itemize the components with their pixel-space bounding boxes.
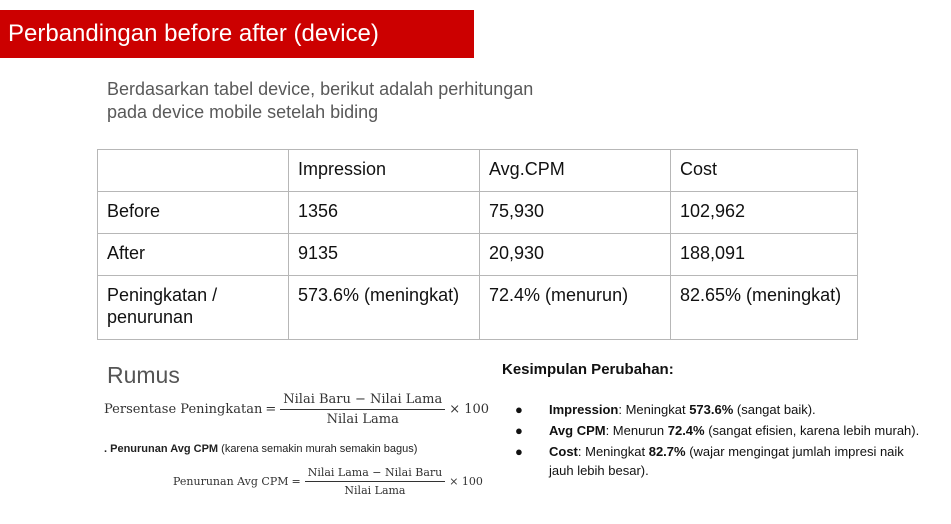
formula-denominator: Nilai Lama [326,412,399,427]
formula-fraction: Nilai Baru − Nilai Lama Nilai Lama [280,392,446,427]
item-value: 573.6% [689,402,734,417]
table-header-cell: Cost [670,149,858,192]
formula-denominator: Nilai Lama [344,484,406,497]
list-item: ● Avg CPM: Menurun 72.4% (sangat efisien… [515,421,925,440]
item-label: Avg CPM [549,423,606,438]
formula-lhs: Persentase Peningkatan [104,402,263,417]
item-text: : Meningkat [577,444,649,459]
formula-note-rest: (karena semakin murah semakin bagus) [218,443,418,455]
table-header-cell: Avg.CPM [479,149,671,192]
item-value: 72.4% [667,423,705,438]
formula-note-bold: . Penurunan Avg CPM [104,443,219,455]
bullet-icon: ● [515,402,523,417]
table-cell: 82.65% (meningkat) [670,275,858,340]
bullet-icon: ● [515,423,523,438]
item-text: (sangat efisien, karena lebih murah). [704,423,920,438]
table-row: After 9135 20,930 188,091 [97,233,858,276]
item-value: 82.7% [648,444,686,459]
intro-text: Berdasarkan tabel device, berikut adalah… [107,78,577,124]
table-header-row: Impression Avg.CPM Cost [97,149,858,192]
list-item: ● Cost: Meningkat 82.7% (wajar mengingat… [515,442,925,480]
table-cell: 20,930 [479,233,671,276]
table-cell: 1356 [288,191,480,234]
intro-line-1: Berdasarkan tabel device, berikut adalah… [107,79,534,99]
kesimpulan-heading: Kesimpulan Perubahan: [502,361,674,378]
bullet-icon: ● [515,444,523,459]
formula-note: . Penurunan Avg CPM (karena semakin mura… [104,443,417,455]
table-cell: 573.6% (meningkat) [288,275,480,340]
item-label: Cost [549,444,578,459]
table-cell: 72.4% (menurun) [479,275,671,340]
table-header-cell: Impression [288,149,480,192]
formula-lhs: Penurunan Avg CPM [173,475,289,488]
slide-title: Perbandingan before after (device) [0,10,474,58]
formula-fraction: Nilai Lama − Nilai Baru Nilai Lama [304,466,446,497]
table-cell: 75,930 [479,191,671,234]
item-text: : Menurun [605,423,668,438]
comparison-table: Impression Avg.CPM Cost Before 1356 75,9… [97,149,858,340]
intro-line-2: pada device mobile setelah biding [107,102,379,122]
table-cell: Peningkatan / penurunan [97,275,289,340]
table-row: Peningkatan / penurunan 573.6% (meningka… [97,275,858,340]
table-cell: After [97,233,289,276]
formula-equals: = [265,402,277,417]
kesimpulan-list: ● Impression: Meningkat 573.6% (sangat b… [515,400,925,482]
formula-penurunan: Penurunan Avg CPM = Nilai Lama − Nilai B… [173,466,483,497]
formula-multiplier: × 100 [449,402,490,417]
formula-equals: = [291,475,301,488]
formula-peningkatan: Persentase Peningkatan = Nilai Baru − Ni… [104,392,489,427]
item-text: : Meningkat [618,402,690,417]
formula-numerator: Nilai Baru − Nilai Lama [280,392,446,410]
rumus-heading: Rumus [107,362,180,388]
list-item: ● Impression: Meningkat 573.6% (sangat b… [515,400,925,419]
table-cell: 188,091 [670,233,858,276]
table-cell: 102,962 [670,191,858,234]
item-text: (sangat baik). [733,402,816,417]
table-cell: 9135 [288,233,480,276]
table-header-cell [97,149,289,192]
table-row: Before 1356 75,930 102,962 [97,191,858,234]
formula-multiplier: × 100 [449,475,483,488]
formula-numerator: Nilai Lama − Nilai Baru [304,466,446,482]
table-cell: Before [97,191,289,234]
item-label: Impression [549,402,619,417]
